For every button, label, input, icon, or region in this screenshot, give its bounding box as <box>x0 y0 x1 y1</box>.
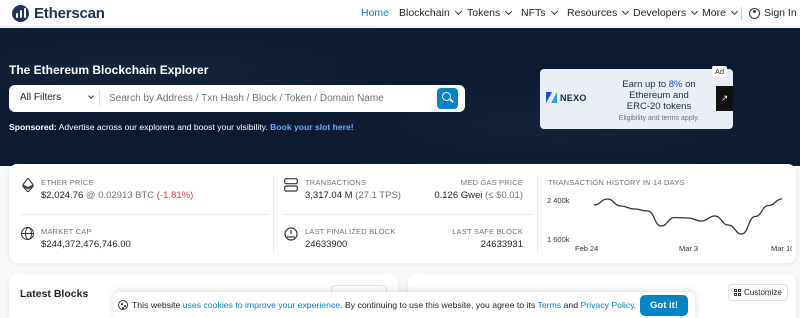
divider <box>273 175 274 254</box>
logo-icon <box>12 5 29 22</box>
search-button[interactable] <box>437 88 458 109</box>
ad-copy: Earn up to 8% on Ethereum and ERC-20 tok… <box>618 79 700 122</box>
chevron-down-icon <box>550 7 558 16</box>
ad-badge: Ad <box>711 66 727 77</box>
ether-price-value[interactable]: $2,024.76 @ 0.02913 BTC (-1.81%) <box>41 190 193 201</box>
privacy-policy-link[interactable]: Privacy Policy <box>580 300 633 310</box>
nav-blockchain[interactable]: Blockchain <box>399 7 462 19</box>
nexo-logo: NEXO <box>546 92 587 103</box>
gas-price-label: MED GAS PRICE <box>460 178 523 187</box>
chevron-down-icon <box>622 7 630 16</box>
x-tick-label: Mar 10 <box>771 244 792 253</box>
search-icon <box>442 92 451 101</box>
search-input[interactable]: Search by Address / Txn Hash / Block / T… <box>109 93 384 104</box>
last-finalized-label: LAST FINALIZED BLOCK <box>305 227 396 236</box>
terms-link[interactable]: Terms <box>537 300 561 310</box>
chevron-down-icon <box>505 7 513 16</box>
transactions-label: TRANSACTIONS <box>305 178 367 187</box>
hero-section: The Ethereum Blockchain Explorer All Fil… <box>0 28 800 166</box>
gauge-icon <box>284 227 298 241</box>
cookies-policy-link[interactable]: uses cookies to improve your experience <box>183 300 340 310</box>
search-divider <box>99 90 100 107</box>
nexo-ad[interactable]: Ad NEXO Earn up to 8% on Ethereum and ER… <box>540 66 733 129</box>
ether-price-label: ETHER PRICE <box>41 178 94 187</box>
transaction-history-chart[interactable]: 2 400k 1 600k Feb 24 Mar 3 Mar 10 <box>542 190 792 256</box>
transactions-series-line <box>593 198 783 235</box>
market-cap-label: MARKET CAP <box>41 227 92 236</box>
cookie-icon <box>118 300 128 310</box>
sign-in-link[interactable]: Sign In <box>749 7 797 19</box>
divider <box>284 214 534 215</box>
y-tick-label: 1 600k <box>547 235 570 244</box>
search-bar: All Filters Search by Address / Txn Hash… <box>9 85 465 112</box>
brand-name: Etherscan <box>34 5 105 22</box>
last-safe-value[interactable]: 24633931 <box>481 239 523 250</box>
nav-resources[interactable]: Resources <box>567 7 630 19</box>
external-arrow-icon[interactable]: ↗ <box>716 86 733 111</box>
last-finalized-value[interactable]: 24633900 <box>305 239 347 250</box>
chevron-down-icon <box>88 93 94 99</box>
cookie-banner: This website uses cookies to improve you… <box>114 292 695 318</box>
nexo-logo-icon <box>546 92 557 103</box>
divider <box>21 214 269 215</box>
x-tick-label: Mar 3 <box>679 244 698 253</box>
nav-divider <box>741 7 742 20</box>
top-navbar: Etherscan Home Blockchain Tokens NFTs Re… <box>0 0 800 27</box>
grid-icon <box>734 289 741 296</box>
cookie-text: This website uses cookies to improve you… <box>132 300 637 310</box>
market-cap-value: $244,372,476,746.00 <box>41 239 131 250</box>
filter-select[interactable]: All Filters <box>20 92 94 103</box>
ethereum-icon <box>21 178 35 192</box>
nav-developers[interactable]: Developers <box>633 7 699 19</box>
user-circle-icon <box>749 7 760 19</box>
nav-more[interactable]: More <box>702 7 738 19</box>
chevron-down-icon <box>454 7 462 16</box>
transactions-value[interactable]: 3,317.04 M (27.1 TPS) <box>305 190 401 201</box>
accept-cookies-button[interactable]: Got it! <box>640 295 688 316</box>
nav-home[interactable]: Home <box>361 7 389 19</box>
globe-icon <box>21 227 34 240</box>
server-icon <box>284 178 298 192</box>
nav-tokens[interactable]: Tokens <box>467 7 513 19</box>
y-tick-label: 2 400k <box>547 196 570 205</box>
etherscan-logo[interactable]: Etherscan <box>12 5 105 22</box>
network-stats-card: ETHER PRICE $2,024.76 @ 0.02913 BTC (-1.… <box>9 164 796 263</box>
sponsored-banner: Sponsored: Advertise across our explorer… <box>9 122 354 132</box>
chevron-down-icon <box>691 7 699 16</box>
chevron-down-icon <box>730 7 738 16</box>
nav-nfts[interactable]: NFTs <box>521 7 558 19</box>
x-tick-label: Feb 24 <box>575 244 598 253</box>
divider <box>537 175 538 254</box>
page-title: The Ethereum Blockchain Explorer <box>9 63 209 77</box>
book-slot-link[interactable]: Book your slot here! <box>270 122 354 132</box>
latest-blocks-title: Latest Blocks <box>20 288 89 300</box>
gas-price-value[interactable]: 0.126 Gwei (≤ $0.01) <box>434 190 523 201</box>
customize-button[interactable]: Customize <box>728 284 788 301</box>
last-safe-label: LAST SAFE BLOCK <box>452 227 523 236</box>
chart-title: TRANSACTION HISTORY IN 14 DAYS <box>548 178 685 187</box>
